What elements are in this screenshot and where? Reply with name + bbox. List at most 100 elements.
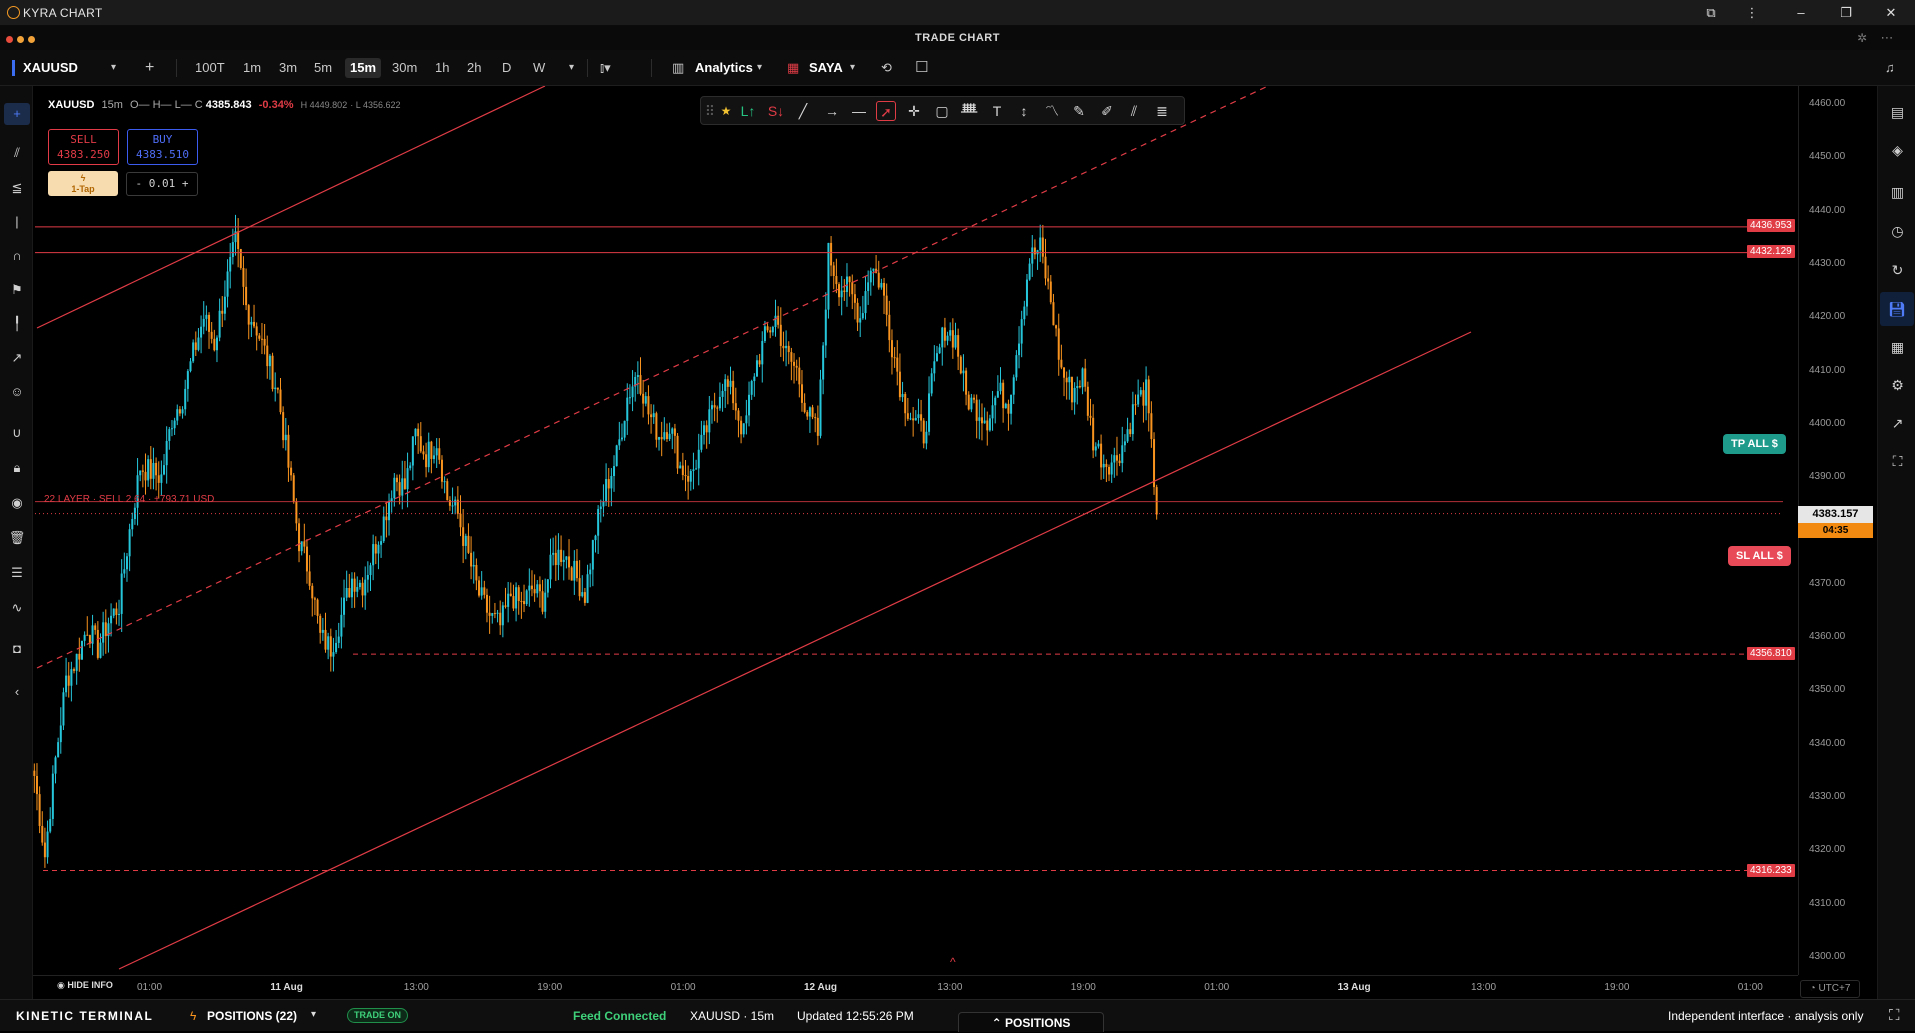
trade-on-badge[interactable]: TRADE ON [347, 1008, 408, 1023]
tf-5m[interactable]: 5m [314, 58, 332, 78]
candle-type-icon[interactable]: ⫾▾ [600, 58, 611, 78]
tf-dropdown-icon[interactable]: ▾ [569, 58, 574, 78]
one-tap-button[interactable]: ϟ 1-Tap [48, 171, 118, 196]
positions-dropdown[interactable]: POSITIONS (22) [207, 1009, 297, 1023]
time-axis[interactable]: ◉ HIDE INFO 01:00 11 Aug 13:00 19:00 01:00 12… [33, 975, 1798, 999]
positions-tab[interactable]: ⌃ POSITIONS [958, 1012, 1104, 1032]
bar-chart-icon[interactable]: ▥ [1888, 183, 1907, 202]
buy-button[interactable]: BUY 4383.510 [127, 129, 198, 165]
bell-icon[interactable]: ♫ [1885, 58, 1895, 78]
analytics-icon[interactable]: ▥ [672, 58, 684, 78]
positions-dropdown-icon[interactable]: ▾ [311, 1009, 316, 1020]
curve-icon[interactable]: ∩ [8, 247, 26, 265]
level-tag[interactable]: 4436.953 [1747, 219, 1795, 232]
short-position-icon[interactable]: S↓ [766, 101, 786, 121]
brush-tool-icon[interactable]: ✎ [1069, 101, 1089, 121]
gear-icon[interactable]: ⚙ [1888, 376, 1907, 395]
tf-30m[interactable]: 30m [392, 58, 417, 78]
timezone-button[interactable]: ◔ UTC+7 [1800, 980, 1860, 998]
hide-info-button[interactable]: ◉ HIDE INFO [57, 980, 113, 991]
fullscreen-exit-icon[interactable]: ⛶ [1889, 1007, 1900, 1024]
refresh-icon[interactable]: ↻ [1888, 261, 1907, 280]
tf-15m[interactable]: 15m [345, 58, 382, 78]
analytics-button[interactable]: Analytics [695, 58, 753, 78]
crosshair-add-icon[interactable]: + [4, 103, 30, 125]
sl-all-button[interactable]: SL ALL $ [1728, 546, 1791, 566]
tf-3m[interactable]: 3m [279, 58, 297, 78]
fib-icon[interactable]: ≦ [8, 179, 26, 197]
watchlist-icon[interactable]: ▤ [1888, 103, 1907, 122]
tf-D[interactable]: D [502, 58, 511, 78]
tf-100T[interactable]: 100T [195, 58, 225, 78]
measure-tool-icon[interactable]: ↕ [1014, 101, 1034, 121]
analytics-dropdown-icon[interactable]: ▾ [757, 58, 762, 78]
level-tag[interactable]: 4432.129 [1747, 245, 1795, 258]
trash-icon[interactable]: 🗑︎ [8, 529, 26, 547]
extensions-icon[interactable]: ⧉ [1700, 3, 1722, 23]
quantity-stepper[interactable]: - 0.01 + [126, 172, 198, 196]
history-clock-icon[interactable]: ◷ [1888, 222, 1907, 241]
flag-icon[interactable]: ⚑ [8, 281, 26, 299]
more-menu-icon[interactable]: ⋮ [1741, 3, 1763, 23]
save-icon[interactable]: 💾︎ [1880, 292, 1914, 326]
pencil-tool-icon[interactable]: ✐ [1097, 101, 1117, 121]
camera-icon[interactable]: ◘ [8, 640, 26, 658]
trend-icon[interactable]: ↗ [1888, 414, 1907, 433]
close-window-button[interactable]: ✕ [1880, 3, 1902, 23]
price-chart[interactable] [33, 86, 1798, 975]
scroll-up-icon[interactable]: ^ [950, 955, 956, 969]
crosshair-tool-icon[interactable]: ✛ [904, 101, 924, 121]
fullscreen-icon[interactable]: ☐ [915, 58, 928, 78]
long-position-icon[interactable]: L↑ [738, 101, 758, 121]
position-line-label[interactable]: 22 LAYER · SELL 2.64 · +793.71 USD [44, 494, 214, 505]
fib-retracement-tool-icon[interactable]: ≣ [1152, 101, 1172, 121]
symbol-dropdown-icon[interactable]: ▾ [111, 58, 116, 78]
eye-icon[interactable]: ◉ [8, 494, 26, 512]
level-tag[interactable]: 4356.810 [1747, 647, 1795, 660]
saya-button[interactable]: SAYA [809, 58, 843, 78]
vertical-line-icon[interactable]: | [8, 213, 26, 231]
parallel-channel-tool-icon[interactable]: ⫽ [1124, 101, 1144, 121]
level-tag[interactable]: 4316.233 [1747, 864, 1795, 877]
history-icon[interactable]: ⟲ [881, 58, 892, 78]
emoji-icon[interactable]: ☺ [8, 383, 26, 401]
wave-icon[interactable]: ∿ [8, 599, 26, 617]
lock-icon[interactable]: 🔒︎ [8, 459, 26, 477]
layers-icon[interactable]: ◈ [1888, 141, 1907, 160]
tp-all-button[interactable]: TP ALL $ [1723, 434, 1786, 454]
magnet-icon[interactable]: ∪ [8, 424, 26, 442]
ray-tool-icon[interactable]: → [822, 101, 842, 121]
trend-lines-icon[interactable]: ⫽ [8, 144, 26, 162]
cursor-tool-icon[interactable]: ➚ [876, 101, 896, 121]
tf-1m[interactable]: 1m [243, 58, 261, 78]
layers-list-icon[interactable]: ☰ [8, 564, 26, 582]
window-dot-orange[interactable] [28, 36, 35, 43]
text-tool-icon[interactable]: T [987, 101, 1007, 121]
expand-icon[interactable]: ⛶ [1888, 452, 1907, 471]
layout-icon[interactable]: ▦ [1888, 338, 1907, 357]
trendline-tool-icon[interactable]: ╱ [793, 101, 813, 121]
saya-dropdown-icon[interactable]: ▾ [850, 58, 855, 78]
collapse-icon[interactable]: ‹ [8, 683, 26, 701]
symbol-selector[interactable]: XAUUSD [23, 58, 78, 78]
more-dots-icon[interactable]: ⋯ [1876, 28, 1898, 48]
horizontal-line-tool-icon[interactable]: — [849, 101, 869, 121]
window-dot-yellow[interactable] [17, 36, 24, 43]
pitchfork-tool-icon[interactable]: ᚙ [959, 101, 979, 121]
sell-button[interactable]: SELL 4383.250 [48, 129, 119, 165]
arrow-icon[interactable]: ↗ [8, 349, 26, 367]
path-tool-icon[interactable]: 〽 [1042, 101, 1062, 121]
settings-icon[interactable]: ✲ [1851, 28, 1873, 48]
rectangle-tool-icon[interactable]: ▢ [932, 101, 952, 121]
tf-W[interactable]: W [533, 58, 545, 78]
drag-handle-icon[interactable]: ⠿ [704, 101, 716, 121]
minimize-button[interactable]: – [1790, 3, 1812, 23]
marker-icon[interactable]: ╿ [8, 315, 26, 333]
add-symbol-button[interactable]: + [145, 58, 154, 78]
tf-1h[interactable]: 1h [435, 58, 449, 78]
maximize-button[interactable]: ❐ [1835, 3, 1857, 23]
window-dot-red[interactable] [6, 36, 13, 43]
saya-icon[interactable]: ▦ [787, 58, 799, 78]
favorite-star-icon[interactable]: ★ [716, 101, 736, 121]
tf-2h[interactable]: 2h [467, 58, 481, 78]
